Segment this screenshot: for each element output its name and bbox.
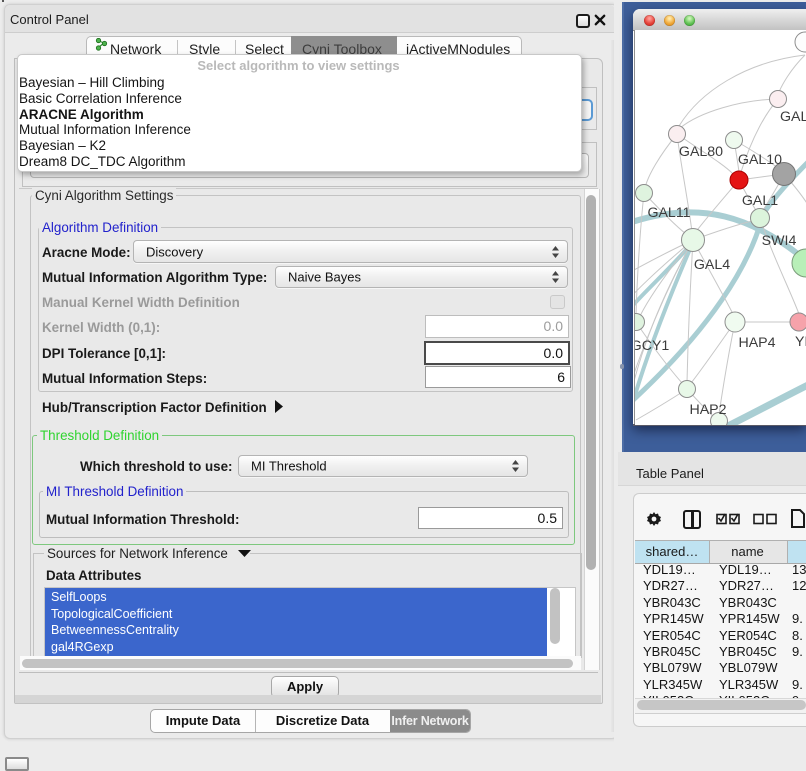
svg-text:GAL4: GAL4 bbox=[694, 257, 730, 273]
svg-text:GAL80: GAL80 bbox=[679, 144, 723, 160]
svg-text:SWI4: SWI4 bbox=[762, 233, 797, 249]
svg-text:YEL: YEL bbox=[795, 334, 806, 350]
svg-text:GAL10: GAL10 bbox=[738, 152, 782, 168]
svg-text:HAP2: HAP2 bbox=[689, 402, 726, 418]
svg-text:GCY1: GCY1 bbox=[635, 338, 669, 354]
svg-text:GAL11: GAL11 bbox=[647, 205, 690, 221]
svg-text:HAP4: HAP4 bbox=[738, 335, 775, 351]
svg-text:GAL2: GAL2 bbox=[780, 109, 806, 125]
svg-text:GAL1: GAL1 bbox=[742, 193, 778, 209]
